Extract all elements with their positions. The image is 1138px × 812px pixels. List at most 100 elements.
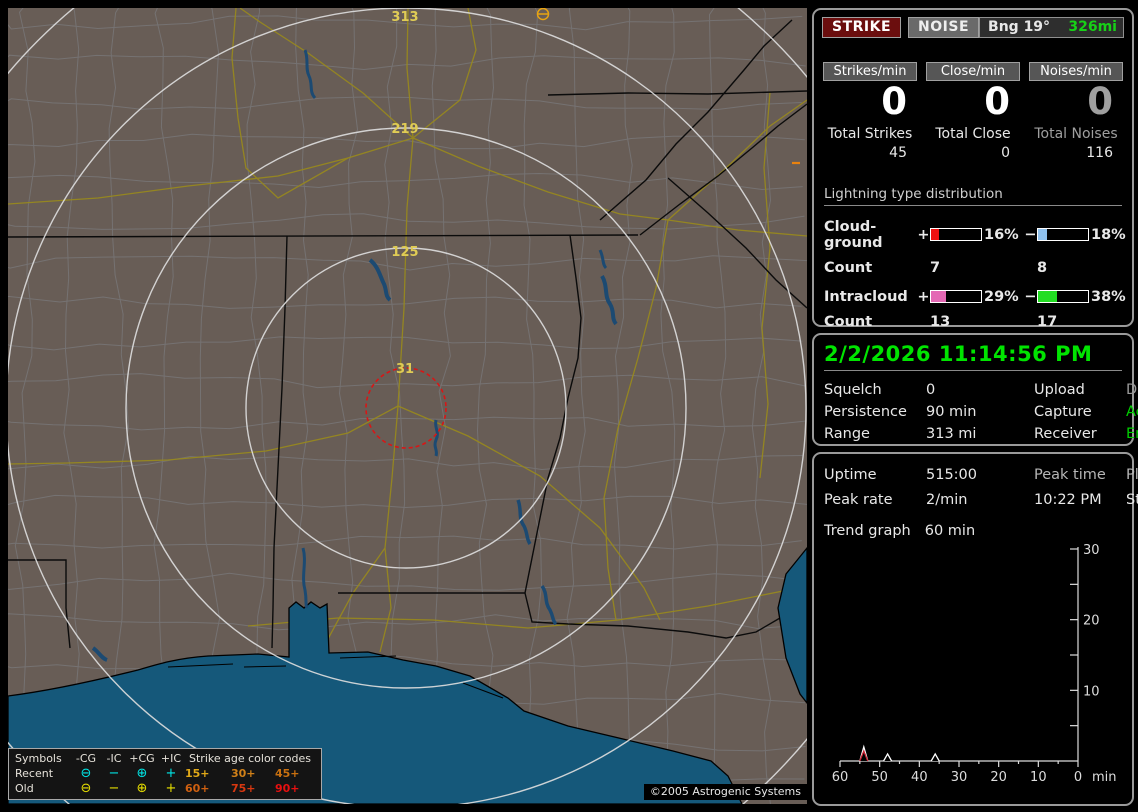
old-neg-ic-icon: − — [108, 781, 120, 796]
total-strikes-label: Total Strikes — [827, 125, 913, 142]
persistence-label: Persistence — [824, 404, 907, 420]
strikes-counter-group: Strikes/min 0 Total Strikes 45 — [823, 62, 917, 161]
copyright-text: ©2005 Astrogenic Systems — [643, 784, 807, 800]
peak-time-value: 10:22 PM — [1034, 492, 1102, 508]
noises-per-min-chip: Noises/min — [1029, 62, 1123, 81]
total-noises-value: 116 — [1086, 144, 1113, 161]
distribution-title: Lightning type distribution — [824, 186, 1122, 206]
total-strikes-value: 45 — [889, 144, 907, 161]
age-30: 30+ — [231, 767, 256, 780]
cg-negative-count: 8 — [1037, 259, 1048, 276]
old-neg-cg-icon: ⊖ — [80, 781, 92, 796]
upload-label: Upload — [1034, 382, 1085, 398]
noises-counter-group: Noises/min 0 Total Noises 116 — [1029, 62, 1123, 161]
recent-neg-ic-icon: − — [108, 766, 120, 781]
minus-sign: − — [1024, 288, 1037, 305]
ic-count-label: Count — [824, 313, 873, 330]
old-pos-ic-icon: + — [165, 781, 177, 796]
peak-rate-label: Peak rate — [824, 492, 893, 508]
cg-positive-count: 7 — [930, 259, 941, 276]
svg-text:60: 60 — [832, 770, 849, 785]
ic-negative-pct: 38% — [1091, 288, 1126, 305]
lightning-distribution: Lightning type distribution Cloud-ground… — [824, 186, 1126, 330]
total-close-label: Total Close — [935, 125, 1011, 142]
status-panel: 2/2/2026 11:14:56 PM Squelch 0 Upload Di… — [812, 333, 1138, 446]
capture-label: Capture — [1034, 404, 1092, 420]
trend-chart: 10 20 30 60 50 40 30 20 10 0 min — [826, 539, 1128, 795]
legend-col-neg-cg: -CG — [75, 752, 97, 765]
age-45: 45+ — [275, 767, 300, 780]
capture-value: Active — [1126, 404, 1138, 420]
ic-positive-count: 13 — [930, 313, 951, 330]
trend-panel: Uptime 515:00 Peak time Plot Peak rate 2… — [812, 452, 1138, 806]
squelch-label: Squelch — [824, 382, 882, 398]
intracloud-label: Intracloud — [824, 288, 908, 305]
noises-per-min-value: 0 — [1087, 80, 1113, 123]
lightning-map[interactable]: 313 219 125 31 Symbols -CG -IC +CG +IC S… — [8, 8, 807, 804]
ic-positive-bar — [930, 290, 982, 304]
legend-col-neg-ic: -IC — [106, 752, 122, 765]
legend-col-pos-cg: +CG — [129, 752, 155, 765]
svg-text:30: 30 — [951, 770, 968, 785]
range-label: Range — [824, 426, 870, 442]
total-noises-label: Total Noises — [1034, 125, 1118, 142]
legend-col-pos-ic: +IC — [160, 752, 182, 765]
svg-text:31: 31 — [396, 362, 414, 377]
legend-symbols-header: Symbols — [15, 752, 62, 765]
recent-neg-cg-icon: ⊖ — [80, 766, 92, 781]
trend-chart-canvas: 10 20 30 60 50 40 30 20 10 0 min — [832, 543, 1117, 785]
cg-count-label: Count — [824, 259, 873, 276]
svg-text:219: 219 — [391, 122, 418, 137]
ic-positive-pct: 29% — [984, 288, 1019, 305]
cloud-ground-label: Cloud-ground — [824, 218, 883, 251]
close-per-min-value: 0 — [984, 80, 1010, 123]
map-canvas: 313 219 125 31 — [8, 8, 807, 804]
strike-toggle-button[interactable]: STRIKE — [822, 17, 902, 38]
receiver-label: Receiver — [1034, 426, 1097, 442]
svg-text:50: 50 — [871, 770, 888, 785]
plus-sign: + — [917, 288, 930, 305]
strikes-per-min-value: 0 — [881, 80, 907, 123]
svg-text:0: 0 — [1074, 770, 1082, 785]
cg-negative-pct: 18% — [1091, 226, 1126, 243]
peak-time-header: Peak time — [1034, 467, 1106, 483]
svg-text:20: 20 — [1083, 614, 1100, 629]
total-close-value: 0 — [1001, 144, 1010, 161]
svg-text:min: min — [1092, 770, 1117, 785]
cg-positive-bar — [930, 228, 982, 242]
svg-text:10: 10 — [1083, 684, 1100, 699]
bearing-value: Bng 19° — [988, 19, 1051, 35]
trend-graph-label: Trend graph — [824, 523, 911, 539]
close-per-min-chip: Close/min — [926, 62, 1020, 81]
squelch-value: 0 — [926, 382, 936, 398]
age-75: 75+ — [231, 782, 256, 795]
bearing-range-value: 326mi — [1068, 19, 1117, 35]
bearing-readout: Bng 19° 326mi — [979, 17, 1124, 38]
persistence-value: 90 min — [926, 404, 977, 420]
ic-negative-bar — [1037, 290, 1089, 304]
cg-negative-bar — [1037, 228, 1089, 242]
uptime-value: 515:00 — [926, 467, 978, 483]
map-legend: Symbols -CG -IC +CG +IC Strike age color… — [8, 748, 322, 800]
ic-negative-count: 17 — [1037, 313, 1058, 330]
minus-sign: − — [1024, 226, 1037, 243]
uptime-label: Uptime — [824, 467, 877, 483]
peak-rate-value: 2/min — [926, 492, 968, 508]
receiver-value: Enabled — [1126, 426, 1138, 442]
recent-pos-ic-icon: + — [165, 766, 177, 781]
datetime-display: 2/2/2026 11:14:56 PM — [824, 342, 1122, 371]
noise-toggle-button[interactable]: NOISE — [908, 17, 980, 38]
svg-text:40: 40 — [911, 770, 928, 785]
age-15: 15+ — [185, 767, 210, 780]
svg-text:20: 20 — [990, 770, 1007, 785]
svg-text:10: 10 — [1030, 770, 1047, 785]
age-60: 60+ — [185, 782, 210, 795]
legend-row-recent: Recent — [15, 767, 54, 780]
range-value: 313 mi — [926, 426, 977, 442]
plot-header: Plot — [1126, 467, 1138, 483]
legend-age-header: Strike age color codes — [189, 752, 311, 765]
legend-row-old: Old — [15, 782, 34, 795]
age-90: 90+ — [275, 782, 300, 795]
plus-sign: + — [917, 226, 930, 243]
cg-positive-pct: 16% — [984, 226, 1019, 243]
